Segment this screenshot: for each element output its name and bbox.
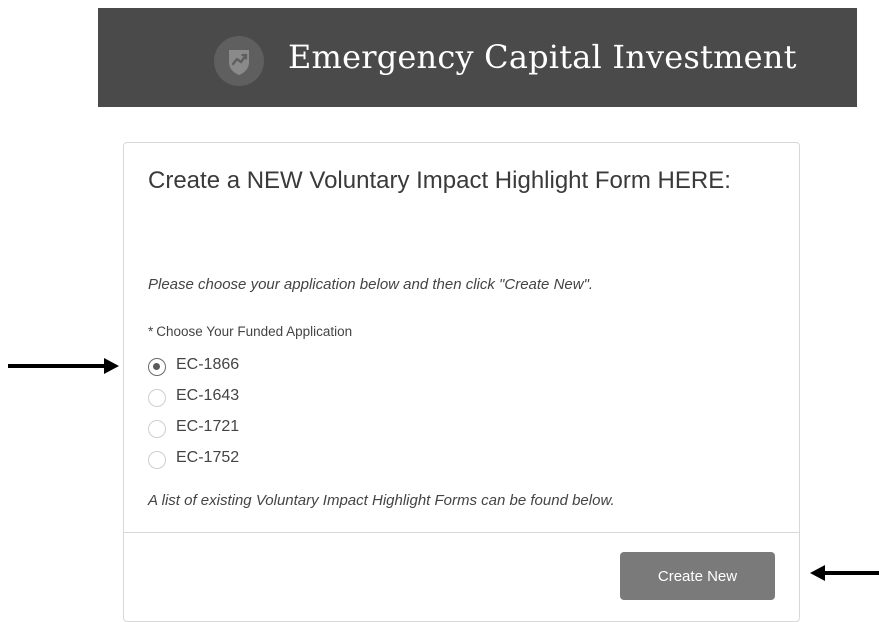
arrow-left-icon	[810, 565, 879, 581]
app-header: Emergency Capital Investment	[98, 8, 857, 107]
application-field-label-text: Choose Your Funded Application	[156, 324, 353, 339]
radio-option-ec-1721[interactable]: EC-1721	[148, 417, 328, 439]
form-instruction: Please choose your application below and…	[148, 276, 594, 293]
create-new-button[interactable]: Create New	[620, 552, 775, 600]
radio-option-ec-1752[interactable]: EC-1752	[148, 448, 328, 470]
radio-option-label: EC-1721	[176, 418, 240, 435]
create-form-card: Create a NEW Voluntary Impact Highlight …	[123, 142, 800, 622]
shield-chart-icon	[214, 36, 264, 86]
app-title: Emergency Capital Investment	[288, 38, 797, 76]
existing-forms-note: A list of existing Voluntary Impact High…	[148, 492, 615, 509]
radio-option-label: EC-1752	[176, 449, 240, 466]
radio-button[interactable]	[148, 389, 166, 407]
application-field-label: * Choose Your Funded Application	[148, 324, 352, 339]
radio-button[interactable]	[148, 451, 166, 469]
form-title: Create a NEW Voluntary Impact Highlight …	[148, 167, 731, 194]
arrow-right-icon	[8, 358, 119, 374]
radio-button-selected[interactable]	[148, 358, 166, 376]
radio-option-ec-1643[interactable]: EC-1643	[148, 386, 328, 408]
radio-option-ec-1866[interactable]: EC-1866	[148, 355, 328, 377]
radio-button[interactable]	[148, 420, 166, 438]
radio-option-label: EC-1866	[176, 356, 240, 373]
footer-divider	[124, 532, 799, 533]
radio-option-label: EC-1643	[176, 387, 240, 404]
required-marker: *	[148, 324, 154, 339]
